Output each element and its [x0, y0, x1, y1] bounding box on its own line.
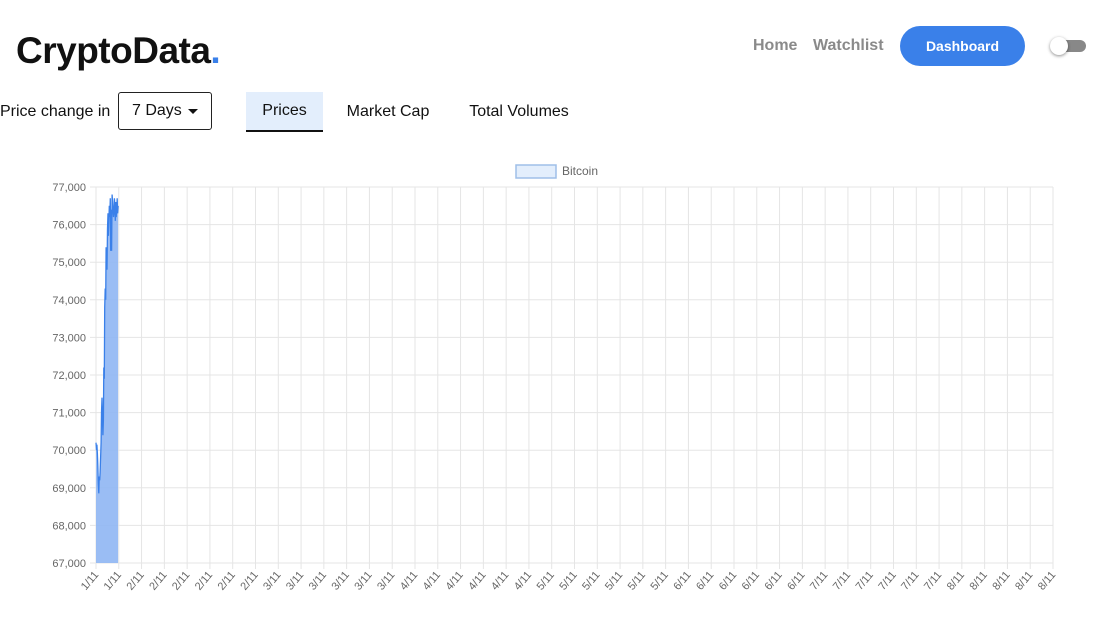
x-tick-label: 4/11	[421, 569, 443, 592]
logo-dot: .	[210, 30, 221, 71]
price-chart: 67,000 68,000 69,000 70,000 71,000 72,000 73,0…	[52, 164, 1058, 593]
x-tick-label: 8/11	[1013, 569, 1035, 592]
x-tick-label: 1/11	[102, 569, 124, 592]
nav-watchlist-link[interactable]: Watchlist	[813, 37, 884, 55]
x-tick-label: 4/11	[398, 569, 420, 592]
x-tick-label: 5/11	[626, 569, 648, 592]
y-tick-label: 68,000	[52, 520, 86, 532]
period-selected-value: 7 Days	[132, 102, 182, 119]
y-tick-label: 75,000	[52, 257, 86, 269]
x-tick-label: 3/11	[284, 569, 306, 592]
tab-total-volumes[interactable]: Total Volumes	[455, 92, 583, 132]
x-tick-label: 2/11	[238, 569, 260, 592]
x-tick-label: 6/11	[740, 569, 762, 592]
y-tick-label: 71,000	[52, 408, 86, 420]
x-tick-label: 3/11	[375, 569, 397, 592]
x-tick-label: 4/11	[443, 569, 465, 592]
y-tick-label: 70,000	[52, 445, 86, 457]
x-tick-label: 3/11	[330, 569, 352, 592]
x-tick-label: 6/11	[785, 569, 807, 592]
x-tick-label: 4/11	[489, 569, 511, 592]
y-tick-label: 74,000	[52, 295, 86, 307]
y-tick-label: 69,000	[52, 483, 86, 495]
x-tick-label: 2/11	[124, 569, 146, 592]
y-tick-label: 73,000	[52, 332, 86, 344]
tab-label: Total Volumes	[469, 103, 569, 120]
y-tick-label: 67,000	[52, 558, 86, 570]
x-tick-label: 2/11	[216, 569, 238, 592]
x-tick-label: 3/11	[261, 569, 283, 592]
x-tick-label: 8/11	[968, 569, 990, 592]
x-tick-label: 6/11	[694, 569, 716, 592]
x-tick-label: 5/11	[603, 569, 625, 592]
legend-swatch	[515, 164, 557, 179]
x-tick-label: 3/11	[307, 569, 329, 592]
caret-down-icon	[188, 109, 198, 114]
x-tick-label: 6/11	[717, 569, 739, 592]
y-tick-label: 76,000	[52, 220, 86, 232]
x-tick-label: 1/11	[79, 569, 101, 592]
period-select[interactable]: 7 Days	[118, 92, 212, 130]
logo-text: CryptoData	[16, 30, 211, 71]
x-tick-label: 7/11	[922, 569, 944, 592]
x-tick-label: 2/11	[193, 569, 215, 592]
nav-home-link[interactable]: Home	[753, 37, 797, 55]
x-tick-label: 7/11	[808, 569, 830, 592]
tab-market-cap[interactable]: Market Cap	[333, 92, 443, 132]
x-tick-label: 4/11	[512, 569, 534, 592]
toggle-knob	[1050, 37, 1068, 55]
tab-prices[interactable]: Prices	[246, 92, 323, 132]
x-tick-label: 7/11	[876, 569, 898, 592]
app-logo[interactable]: CryptoData.	[16, 30, 221, 72]
price-change-label: Price change in	[0, 103, 111, 120]
tab-label: Market Cap	[346, 103, 430, 120]
x-tick-label: 5/11	[557, 569, 579, 592]
x-tick-label: 6/11	[671, 569, 693, 592]
theme-toggle[interactable]	[1050, 37, 1086, 55]
x-tick-label: 5/11	[580, 569, 602, 592]
x-tick-label: 7/11	[899, 569, 921, 592]
x-tick-label: 2/11	[170, 569, 192, 592]
x-tick-label: 8/11	[990, 569, 1012, 592]
y-tick-label: 72,000	[52, 370, 86, 382]
x-tick-label: 7/11	[854, 569, 876, 592]
dashboard-button[interactable]: Dashboard	[900, 26, 1025, 66]
x-tick-label: 5/11	[649, 569, 671, 592]
x-tick-label: 8/11	[945, 569, 967, 592]
x-tick-label: 3/11	[352, 569, 374, 592]
x-tick-label: 7/11	[831, 569, 853, 592]
tab-label: Prices	[262, 102, 307, 119]
y-tick-label: 77,000	[52, 182, 86, 194]
x-tick-label: 4/11	[466, 569, 488, 592]
x-tick-label: 8/11	[1036, 569, 1058, 592]
x-tick-label: 5/11	[535, 569, 557, 592]
x-tick-label: 2/11	[147, 569, 169, 592]
x-tick-label: 6/11	[762, 569, 784, 592]
legend-label: Bitcoin	[562, 164, 598, 178]
